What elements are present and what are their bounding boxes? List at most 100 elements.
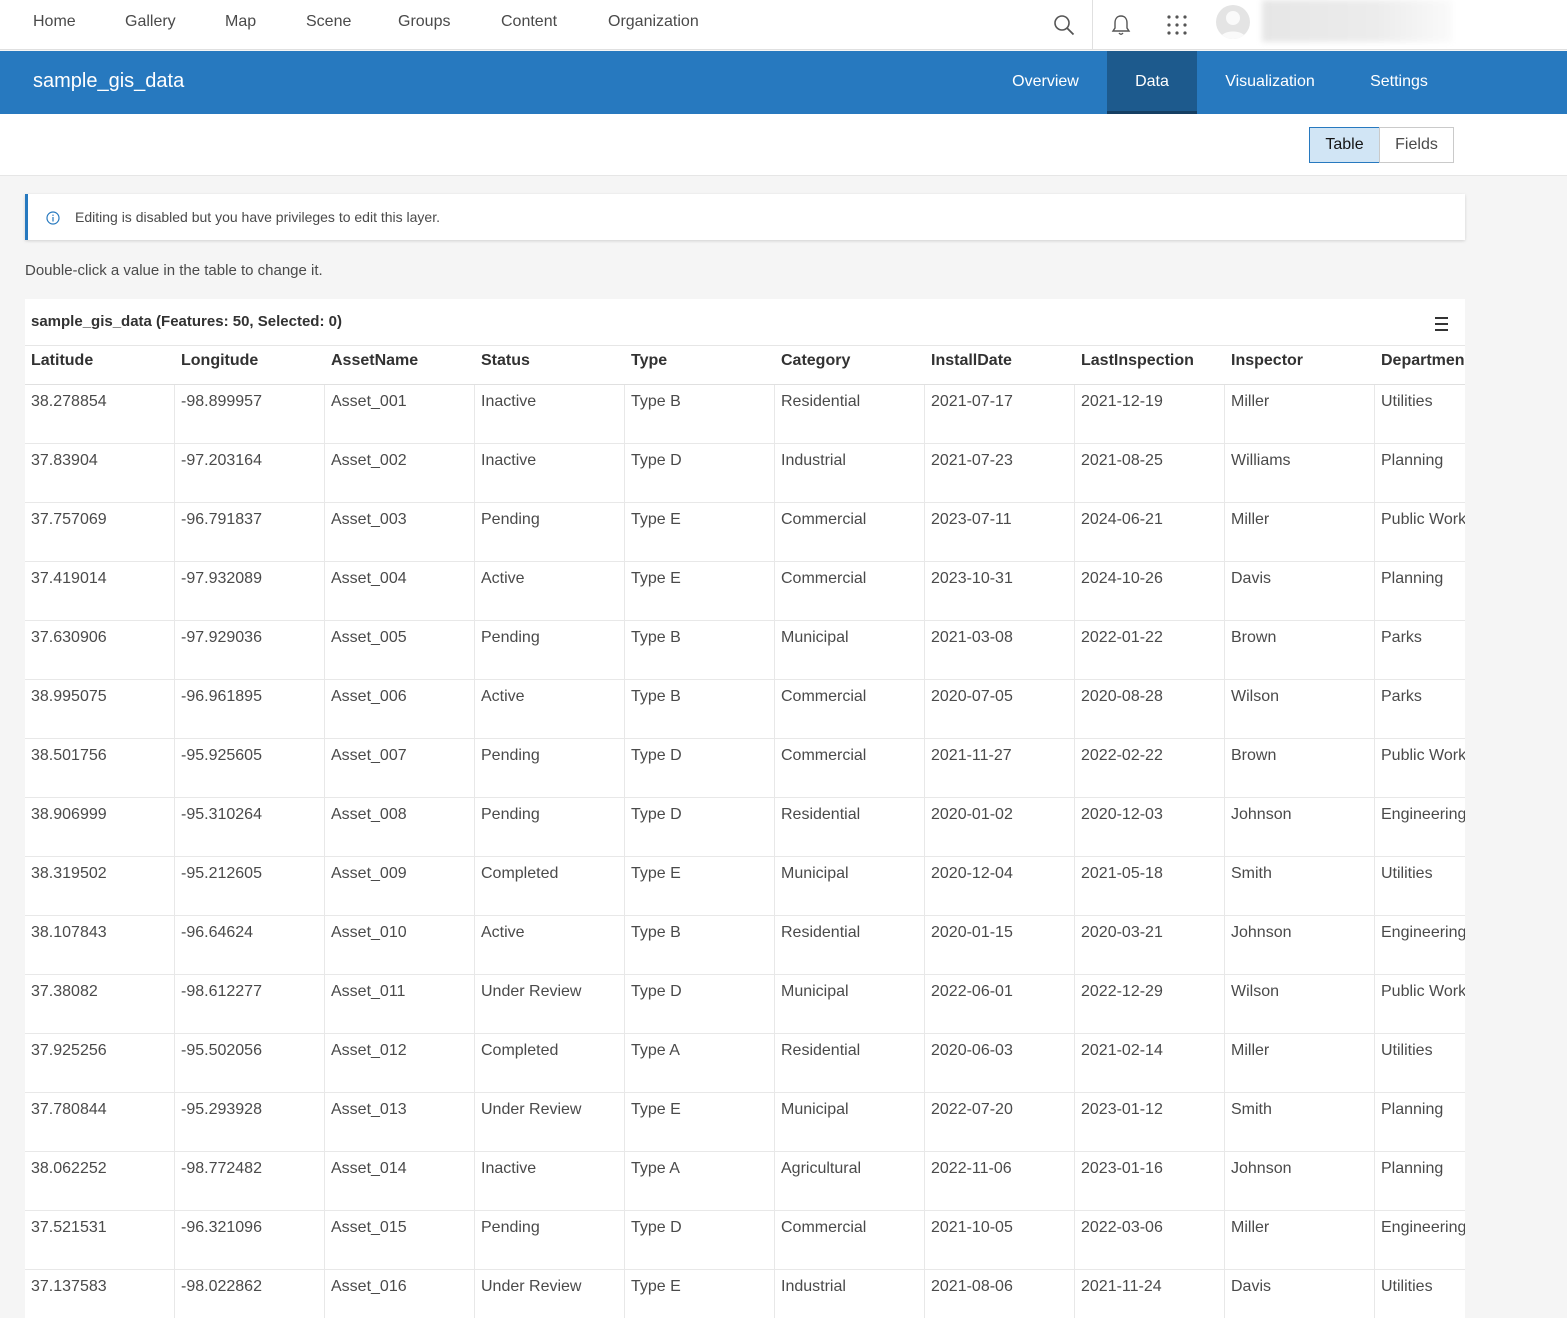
table-cell[interactable]: Under Review	[475, 975, 625, 1033]
column-header[interactable]: Category	[775, 346, 925, 384]
table-cell[interactable]: Type B	[625, 621, 775, 679]
table-cell[interactable]: Public Work	[1375, 503, 1465, 561]
column-header[interactable]: Type	[625, 346, 775, 384]
table-cell[interactable]: Asset_010	[325, 916, 475, 974]
table-cell[interactable]: Residential	[775, 916, 925, 974]
table-row[interactable]: 38.995075 -96.961895 Asset_006 Active Type B…	[25, 680, 1465, 739]
table-cell[interactable]: 2020-07-05	[925, 680, 1075, 738]
table-cell[interactable]: Parks	[1375, 680, 1465, 738]
table-cell[interactable]: 38.319502	[25, 857, 175, 915]
table-row[interactable]: 38.906999 -95.310264 Asset_008 Pending Type …	[25, 798, 1465, 857]
table-cell[interactable]: Commercial	[775, 1211, 925, 1269]
column-header[interactable]: LastInspection	[1075, 346, 1225, 384]
table-cell[interactable]: Asset_008	[325, 798, 475, 856]
table-cell[interactable]: 2021-08-25	[1075, 444, 1225, 502]
table-cell[interactable]: Asset_011	[325, 975, 475, 1033]
table-cell[interactable]: 2023-10-31	[925, 562, 1075, 620]
table-cell[interactable]: Planning	[1375, 1093, 1465, 1151]
table-cell[interactable]: -96.64624	[175, 916, 325, 974]
table-cell[interactable]: -96.321096	[175, 1211, 325, 1269]
table-cell[interactable]: 37.925256	[25, 1034, 175, 1092]
column-header[interactable]: Departmen	[1375, 346, 1465, 384]
table-cell[interactable]: 38.107843	[25, 916, 175, 974]
table-cell[interactable]: 2020-01-15	[925, 916, 1075, 974]
table-view-button[interactable]: Table	[1309, 127, 1380, 163]
table-row[interactable]: 37.780844 -95.293928 Asset_013 Under Review…	[25, 1093, 1465, 1152]
table-cell[interactable]: 38.995075	[25, 680, 175, 738]
table-cell[interactable]: Type B	[625, 385, 775, 443]
table-cell[interactable]: 2022-01-22	[1075, 621, 1225, 679]
table-cell[interactable]: 37.521531	[25, 1211, 175, 1269]
table-cell[interactable]: 37.630906	[25, 621, 175, 679]
tab-overview[interactable]: Overview	[984, 51, 1107, 114]
table-cell[interactable]: Inactive	[475, 385, 625, 443]
table-cell[interactable]: 2021-12-19	[1075, 385, 1225, 443]
nav-groups[interactable]: Groups	[398, 13, 450, 31]
table-row[interactable]: 38.278854 -98.899957 Asset_001 Inactive Type…	[25, 385, 1465, 444]
table-cell[interactable]: Inactive	[475, 444, 625, 502]
table-cell[interactable]: Residential	[775, 798, 925, 856]
tab-visualization[interactable]: Visualization	[1197, 51, 1343, 114]
table-cell[interactable]: Planning	[1375, 444, 1465, 502]
table-cell[interactable]: 2021-02-14	[1075, 1034, 1225, 1092]
table-cell[interactable]: Asset_005	[325, 621, 475, 679]
table-cell[interactable]: -98.612277	[175, 975, 325, 1033]
table-row[interactable]: 37.137583 -98.022862 Asset_016 Under Review…	[25, 1270, 1465, 1318]
table-row[interactable]: 37.630906 -97.929036 Asset_005 Pending Type …	[25, 621, 1465, 680]
table-cell[interactable]: Type E	[625, 562, 775, 620]
table-cell[interactable]: Utilities	[1375, 385, 1465, 443]
table-cell[interactable]: Type E	[625, 1270, 775, 1318]
table-cell[interactable]: Engineering	[1375, 798, 1465, 856]
table-cell[interactable]: -98.772482	[175, 1152, 325, 1210]
table-cell[interactable]: Davis	[1225, 562, 1375, 620]
table-cell[interactable]: Williams	[1225, 444, 1375, 502]
table-cell[interactable]: 2020-08-28	[1075, 680, 1225, 738]
table-cell[interactable]: Pending	[475, 1211, 625, 1269]
user-avatar-icon[interactable]	[1216, 5, 1250, 39]
table-cell[interactable]: 38.501756	[25, 739, 175, 797]
table-cell[interactable]: 2024-10-26	[1075, 562, 1225, 620]
table-cell[interactable]: Brown	[1225, 739, 1375, 797]
table-cell[interactable]: 2023-07-11	[925, 503, 1075, 561]
nav-home[interactable]: Home	[33, 13, 76, 31]
table-row[interactable]: 37.521531 -96.321096 Asset_015 Pending Type …	[25, 1211, 1465, 1270]
table-cell[interactable]: Type B	[625, 916, 775, 974]
table-cell[interactable]: 2020-03-21	[1075, 916, 1225, 974]
table-cell[interactable]: Type D	[625, 739, 775, 797]
table-cell[interactable]: Completed	[475, 1034, 625, 1092]
table-cell[interactable]: Asset_016	[325, 1270, 475, 1318]
table-cell[interactable]: 2020-06-03	[925, 1034, 1075, 1092]
table-row[interactable]: 37.925256 -95.502056 Asset_012 Completed Typ…	[25, 1034, 1465, 1093]
table-cell[interactable]: Engineering	[1375, 1211, 1465, 1269]
table-cell[interactable]: Asset_001	[325, 385, 475, 443]
nav-organization[interactable]: Organization	[608, 13, 699, 31]
table-cell[interactable]: -98.022862	[175, 1270, 325, 1318]
table-cell[interactable]: -95.212605	[175, 857, 325, 915]
table-cell[interactable]: 2021-11-24	[1075, 1270, 1225, 1318]
column-header[interactable]: Latitude	[25, 346, 175, 384]
table-cell[interactable]: Asset_007	[325, 739, 475, 797]
table-cell[interactable]: Asset_002	[325, 444, 475, 502]
table-cell[interactable]: 2021-10-05	[925, 1211, 1075, 1269]
table-cell[interactable]: Johnson	[1225, 1152, 1375, 1210]
table-cell[interactable]: Under Review	[475, 1093, 625, 1151]
table-cell[interactable]: Johnson	[1225, 916, 1375, 974]
table-row[interactable]: 37.38082 -98.612277 Asset_011 Under Review T…	[25, 975, 1465, 1034]
table-cell[interactable]: -97.203164	[175, 444, 325, 502]
table-cell[interactable]: 2022-12-29	[1075, 975, 1225, 1033]
table-cell[interactable]: -96.961895	[175, 680, 325, 738]
table-row[interactable]: 38.501756 -95.925605 Asset_007 Pending Type …	[25, 739, 1465, 798]
table-row[interactable]: 37.419014 -97.932089 Asset_004 Active Type E…	[25, 562, 1465, 621]
table-cell[interactable]: 2023-01-16	[1075, 1152, 1225, 1210]
table-cell[interactable]: 38.278854	[25, 385, 175, 443]
table-cell[interactable]: 2021-08-06	[925, 1270, 1075, 1318]
nav-scene[interactable]: Scene	[306, 13, 351, 31]
table-cell[interactable]: Completed	[475, 857, 625, 915]
table-cell[interactable]: 38.906999	[25, 798, 175, 856]
table-cell[interactable]: Municipal	[775, 975, 925, 1033]
table-cell[interactable]: Planning	[1375, 562, 1465, 620]
table-cell[interactable]: -95.310264	[175, 798, 325, 856]
table-cell[interactable]: 2020-12-03	[1075, 798, 1225, 856]
table-cell[interactable]: Commercial	[775, 680, 925, 738]
table-cell[interactable]: Asset_012	[325, 1034, 475, 1092]
